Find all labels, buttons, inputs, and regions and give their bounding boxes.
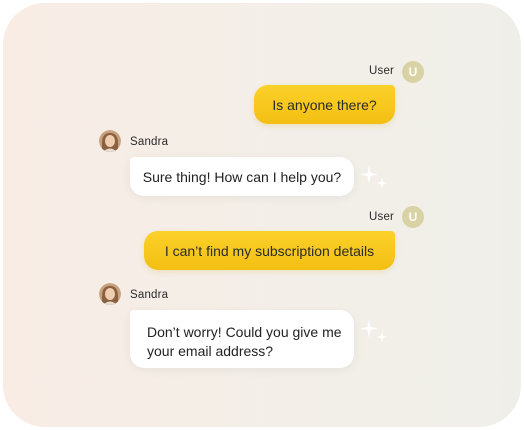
sender-name: User [369,65,395,77]
message-text: Is anyone there? [272,96,377,113]
user-avatar: U [402,61,424,83]
woman-avatar [99,283,121,305]
sender-name: Sandra [130,289,169,301]
message-bubble: I can’t find my subscription details [144,231,395,270]
woman-avatar [99,130,121,152]
sparkle-icon [360,319,388,343]
chat-card: User U Is anyone there? Sandra Sure thin… [3,3,521,427]
message-bubble: Don’t worry! Could you give me your emai… [130,310,354,368]
sender-name: Sandra [130,136,169,148]
user-avatar: U [402,206,424,228]
message-bubble: Sure thing! How can I help you? [130,157,354,196]
sparkle-icon [360,165,388,189]
message-text-line-1: Don’t worry! Could you give me [147,324,342,340]
message-bubble: Is anyone there? [254,85,395,124]
message-text: I can’t find my subscription details [164,242,375,259]
message-text-line-2: your email address? [147,343,274,359]
message-text: Sure thing! How can I help you? [142,168,342,185]
sender-name: User [369,211,395,223]
